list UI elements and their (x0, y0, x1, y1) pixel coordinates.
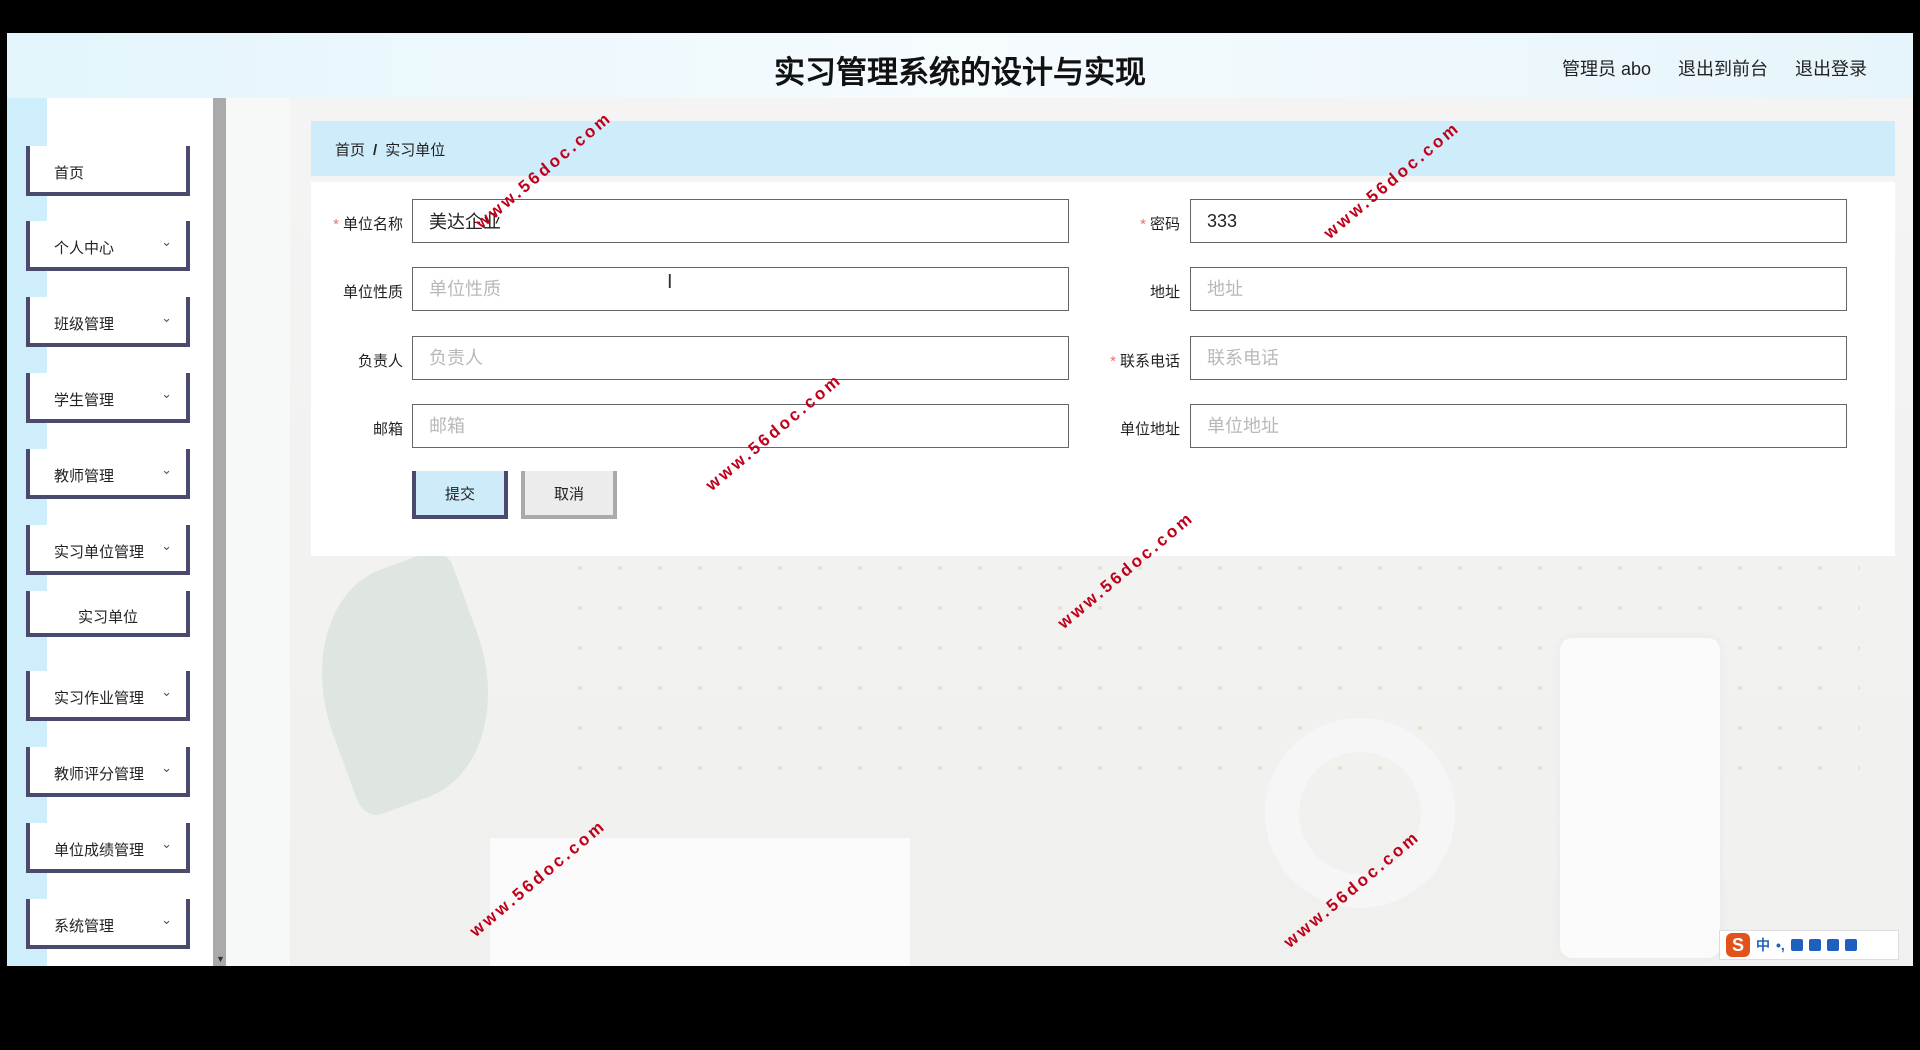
phone-input[interactable] (1190, 336, 1847, 380)
password-input[interactable] (1190, 199, 1847, 243)
breadcrumb: 首页 / 实习单位 (335, 139, 445, 160)
sidebar-item-label: 教师评分管理 (54, 766, 145, 783)
sidebar-item-internship-unit-management[interactable]: 实习单位管理 ⌄ (26, 525, 190, 575)
sidebar-item-label: 系统管理 (54, 918, 115, 935)
sidebar-item-personal-center[interactable]: 个人中心 ⌄ (26, 221, 190, 271)
sidebar-item-label: 教师管理 (54, 468, 115, 485)
email-label: 邮箱 (372, 421, 403, 438)
sidebar-item-teacher-management[interactable]: 教师管理 ⌄ (26, 449, 190, 499)
background-cylinder-decoration (1560, 638, 1720, 958)
app-window: 实习管理系统的设计与实现 管理员 abo 退出到前台 退出登录 首页 个人中心 … (7, 33, 1913, 966)
sidebar-item-label: 单位成绩管理 (54, 842, 145, 859)
password-label: * 密码 (1085, 213, 1180, 234)
top-header: 实习管理系统的设计与实现 管理员 abo 退出到前台 退出登录 (7, 33, 1913, 98)
sidebar-item-teacher-scoring-management[interactable]: 教师评分管理 ⌄ (26, 747, 190, 797)
sidebar-item-label: 实习作业管理 (54, 690, 145, 707)
chevron-down-icon: ⌄ (161, 538, 172, 553)
skin-icon[interactable] (1826, 939, 1839, 951)
chevron-down-icon: ⌄ (161, 386, 172, 401)
sidebar-item-unit-grades-management[interactable]: 单位成绩管理 ⌄ (26, 823, 190, 873)
breadcrumb-home[interactable]: 首页 (335, 142, 365, 159)
chevron-down-icon: ⌄ (161, 462, 172, 477)
toolbox-icon[interactable] (1844, 939, 1857, 951)
sidebar-item-class-management[interactable]: 班级管理 ⌄ (26, 297, 190, 347)
sidebar-item-internship-homework-management[interactable]: 实习作业管理 ⌄ (26, 671, 190, 721)
unit-address-label: 单位地址 (1119, 421, 1180, 438)
unit-nature-label: 单位性质 (342, 284, 403, 301)
chevron-down-icon: ⌄ (161, 684, 172, 699)
scroll-down-arrow-icon[interactable]: ▼ (216, 954, 225, 964)
cancel-button[interactable]: 取消 (521, 471, 617, 519)
sidebar-item-label: 首页 (54, 165, 85, 182)
text-cursor-icon: I (667, 271, 673, 293)
submit-button[interactable]: 提交 (412, 471, 508, 519)
sidebar-item-label: 学生管理 (54, 392, 115, 409)
breadcrumb-separator: / (373, 142, 378, 159)
sogou-logo-icon[interactable]: S (1726, 933, 1750, 957)
ime-mode-toggle[interactable]: 中 (1756, 935, 1770, 955)
unit-nature-input[interactable] (412, 267, 1069, 311)
sidebar-item-label: 班级管理 (54, 316, 115, 333)
contact-person-label: 负责人 (357, 353, 403, 370)
chevron-down-icon: ⌄ (161, 760, 172, 775)
required-mark: * (1110, 353, 1116, 370)
exit-to-front-link[interactable]: 退出到前台 (1678, 55, 1768, 81)
unit-address-input[interactable] (1190, 404, 1847, 448)
microphone-icon[interactable] (1790, 939, 1803, 951)
background-plant-decoration (290, 545, 525, 821)
logout-link[interactable]: 退出登录 (1795, 55, 1867, 81)
header-links: 管理员 abo 退出到前台 退出登录 (1562, 55, 1867, 81)
email-input[interactable] (412, 404, 1069, 448)
chevron-down-icon: ⌄ (161, 234, 172, 249)
sidebar-item-label: 实习单位管理 (54, 544, 145, 561)
ime-toolbar[interactable]: S 中 •, (1719, 930, 1899, 960)
required-mark: * (1140, 216, 1146, 233)
chevron-down-icon: ⌄ (161, 836, 172, 851)
address-input[interactable] (1190, 267, 1847, 311)
phone-label: * 联系电话 (1085, 350, 1180, 371)
chevron-down-icon: ⌄ (161, 912, 172, 927)
current-user[interactable]: 管理员 abo (1562, 55, 1651, 81)
address-label: 地址 (1149, 284, 1180, 301)
ime-punctuation-toggle[interactable]: •, (1776, 937, 1785, 953)
sidebar-item-label: 个人中心 (54, 240, 115, 257)
breadcrumb-current: 实习单位 (385, 142, 446, 159)
unit-name-label-text: 单位名称 (342, 216, 403, 233)
unit-name-label: * 单位名称 (308, 213, 403, 234)
sidebar-subitem-internship-unit[interactable]: 实习单位 (26, 591, 190, 637)
required-mark: * (333, 216, 339, 233)
sidebar-item-system-management[interactable]: 系统管理 ⌄ (26, 899, 190, 949)
sidebar-item-label: 实习单位 (77, 609, 138, 626)
chevron-down-icon: ⌄ (161, 310, 172, 325)
contact-person-input[interactable] (412, 336, 1069, 380)
sidebar: 首页 个人中心 ⌄ 班级管理 ⌄ 学生管理 ⌄ 教师管理 ⌄ 实习单位管理 ⌄ … (7, 98, 215, 966)
sidebar-scrollbar[interactable]: ▼ (213, 98, 226, 966)
sidebar-item-student-management[interactable]: 学生管理 ⌄ (26, 373, 190, 423)
sidebar-item-home[interactable]: 首页 (26, 146, 190, 196)
password-label-text: 密码 (1149, 216, 1180, 233)
keyboard-icon[interactable] (1808, 939, 1821, 951)
phone-label-text: 联系电话 (1119, 353, 1180, 370)
